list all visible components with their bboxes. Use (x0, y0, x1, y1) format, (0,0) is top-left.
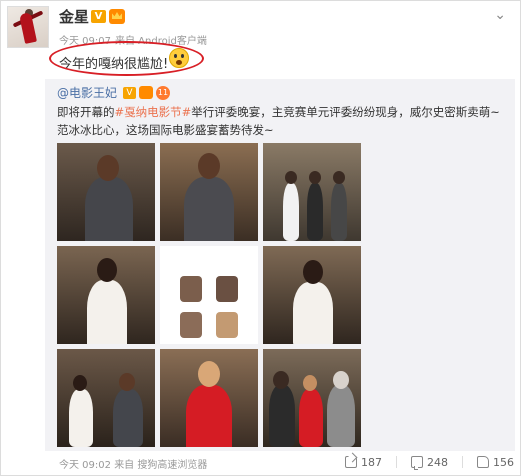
divider (396, 456, 397, 468)
repost-text: 即将开幕的#戛纳电影节#举行评委晚宴，主竞赛单元评委纷纷现身，威尔史密斯卖萌~范… (57, 105, 500, 137)
hashtag-link[interactable]: #戛纳电影节# (115, 105, 192, 119)
share-button[interactable]: 187 (345, 456, 382, 469)
username[interactable]: 金星 (59, 6, 89, 27)
photo-thumbnail-8[interactable] (160, 349, 258, 447)
photo-thumbnail-7[interactable] (57, 349, 155, 447)
comment-count: 248 (427, 455, 448, 469)
share-count: 187 (361, 455, 382, 469)
repost-author-link[interactable]: @电影王妃 (57, 84, 117, 101)
photo-thumbnail-2[interactable] (160, 143, 258, 241)
repost-verified-badge-icon: V (123, 87, 136, 99)
photo-thumbnail-9[interactable] (263, 349, 361, 447)
photo-thumbnail-3[interactable] (263, 143, 361, 241)
repost-member-crown-icon (139, 86, 153, 99)
highlight-circle (49, 41, 204, 76)
photo-thumbnail-5[interactable] (160, 246, 258, 344)
weibo-post-card: 金星 V ⌄ 今天 09:07 来自 Android客户端 今年的嘎纳很尴尬! @… (0, 0, 521, 476)
repost-source: 来自 搜狗高速浏览器 (114, 460, 208, 471)
divider (462, 456, 463, 468)
photo-thumbnail-4[interactable] (57, 246, 155, 344)
photo-thumbnail-6[interactable] (263, 246, 361, 344)
verified-badge-icon: V (91, 10, 106, 23)
chevron-down-icon[interactable]: ⌄ (494, 7, 506, 23)
avatar[interactable] (7, 6, 49, 48)
photo-thumbnail-1[interactable] (57, 143, 155, 241)
repost-timestamp[interactable]: 今天 09:02 (59, 460, 111, 471)
like-count: 156 (493, 455, 514, 469)
repost-footer-meta: 今天 09:02 来自 搜狗高速浏览器 (59, 456, 207, 471)
comment-button[interactable]: 248 (411, 455, 448, 470)
member-crown-icon (109, 9, 125, 24)
repost-block: @电影王妃 V 11 即将开幕的#戛纳电影节#举行评委晚宴，主竞赛单元评委纷纷现… (45, 79, 515, 451)
repost-level-badge: 11 (156, 86, 170, 100)
like-button[interactable]: 156 (477, 456, 514, 469)
comment-icon (411, 456, 423, 470)
thumbs-up-icon (477, 456, 489, 468)
action-bar: 187 248 156 (345, 454, 514, 470)
share-icon (345, 456, 357, 468)
